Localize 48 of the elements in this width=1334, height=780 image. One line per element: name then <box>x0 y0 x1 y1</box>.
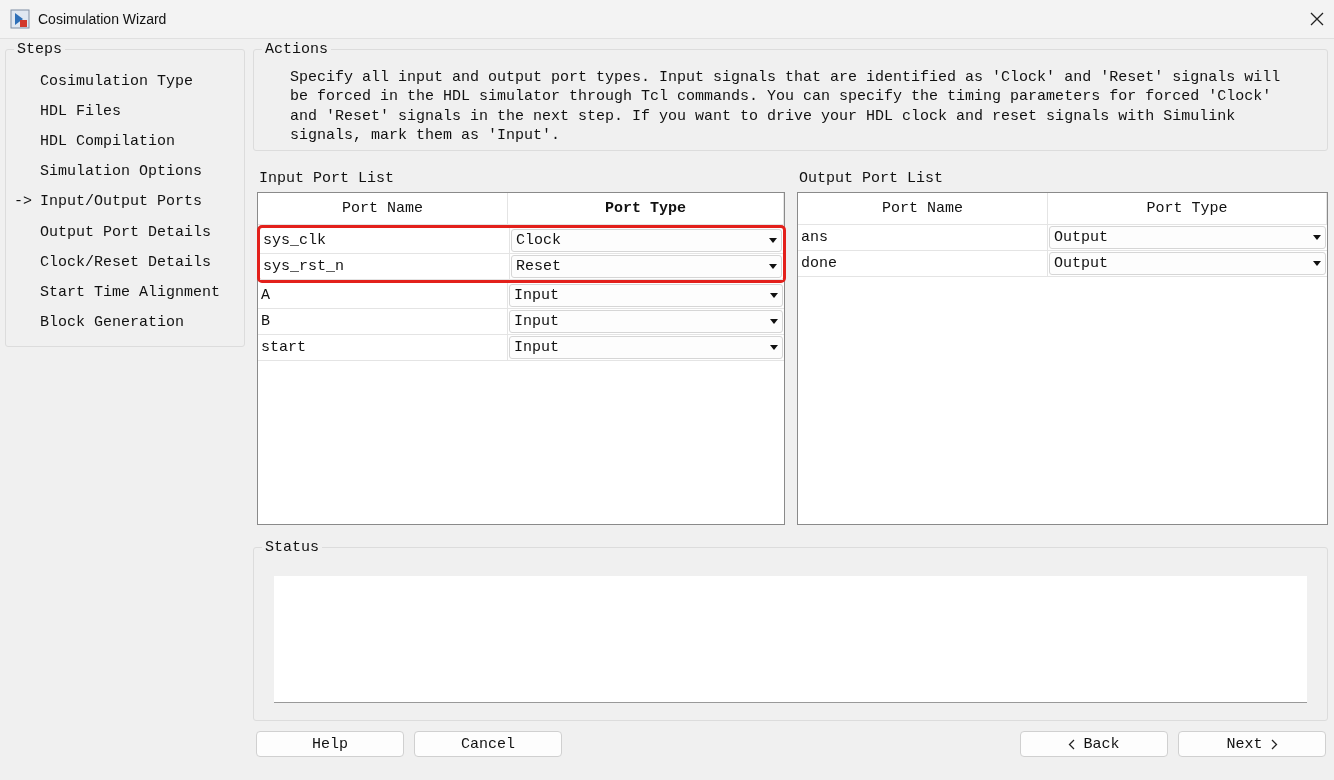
column-header: Port Type <box>508 193 784 225</box>
port-type-dropdown[interactable]: Output <box>1049 252 1326 276</box>
port-name-cell: start <box>258 335 508 361</box>
table-title: Input Port List <box>258 169 396 190</box>
port-name-cell: A <box>258 283 508 309</box>
port-type-dropdown[interactable]: Input <box>509 310 783 334</box>
port-type-dropdown[interactable]: Reset <box>511 255 782 279</box>
caret-icon <box>769 264 777 270</box>
window-title: Cosimulation Wizard <box>38 11 168 27</box>
step-item[interactable]: Block Generation <box>40 314 185 332</box>
caret-icon <box>770 345 778 351</box>
step-item[interactable]: Clock/Reset Details <box>40 253 212 271</box>
table-title: Output Port List <box>798 169 945 190</box>
step-item[interactable]: Simulation Options <box>40 163 203 181</box>
column-header: Port Name <box>258 193 508 225</box>
column-header: Port Name <box>798 193 1048 225</box>
dialog-button[interactable]: Help <box>256 731 404 758</box>
app-icon <box>10 9 30 29</box>
chevron-right-icon <box>1270 738 1278 750</box>
step-item[interactable]: Input/Output Ports <box>40 193 203 211</box>
port-type-dropdown[interactable]: Output <box>1049 226 1326 250</box>
step-item[interactable]: HDL Compilation <box>40 132 176 150</box>
port-name-cell: sys_rst_n <box>260 254 510 280</box>
port-name-cell: done <box>798 251 1048 277</box>
group-title: Steps <box>14 41 65 59</box>
port-name-cell: B <box>258 309 508 335</box>
step-item[interactable]: HDL Files <box>40 102 121 120</box>
step-item[interactable]: Cosimulation Type <box>40 72 194 90</box>
caret-icon <box>1313 261 1321 267</box>
caret-icon <box>770 293 778 299</box>
dialog-button[interactable]: Cancel <box>414 731 562 758</box>
port-type-dropdown[interactable]: Input <box>509 284 783 308</box>
column-header: Port Type <box>1048 193 1327 225</box>
back-button[interactable]: Back <box>1020 731 1168 758</box>
current-step-marker: -> <box>14 193 32 211</box>
port-type-dropdown[interactable]: Clock <box>511 229 782 253</box>
step-item[interactable]: Start Time Alignment <box>40 283 221 301</box>
port-name-cell: ans <box>798 225 1048 251</box>
caret-icon <box>1313 235 1321 241</box>
chevron-left-icon <box>1068 738 1076 750</box>
close-icon[interactable] <box>1310 12 1324 26</box>
port-name-cell: sys_clk <box>260 228 510 254</box>
port-type-dropdown[interactable]: Input <box>509 336 783 360</box>
next-button[interactable]: Next <box>1178 731 1326 758</box>
step-item[interactable]: Output Port Details <box>40 223 212 241</box>
actions-description: Specify all input and output port types. Input signals that are identified as 'Clock' and 'Reset' signals will be forced in the HDL simulator through Tcl commands. You can specify the timing parameters for forced 'Clock' and 'Reset' signals in the next step. If you want to drive your HDL clock and reset signals with Simulink signals, mark them as 'Input'. <box>289 68 1282 146</box>
caret-icon <box>769 238 777 244</box>
caret-icon <box>770 319 778 325</box>
